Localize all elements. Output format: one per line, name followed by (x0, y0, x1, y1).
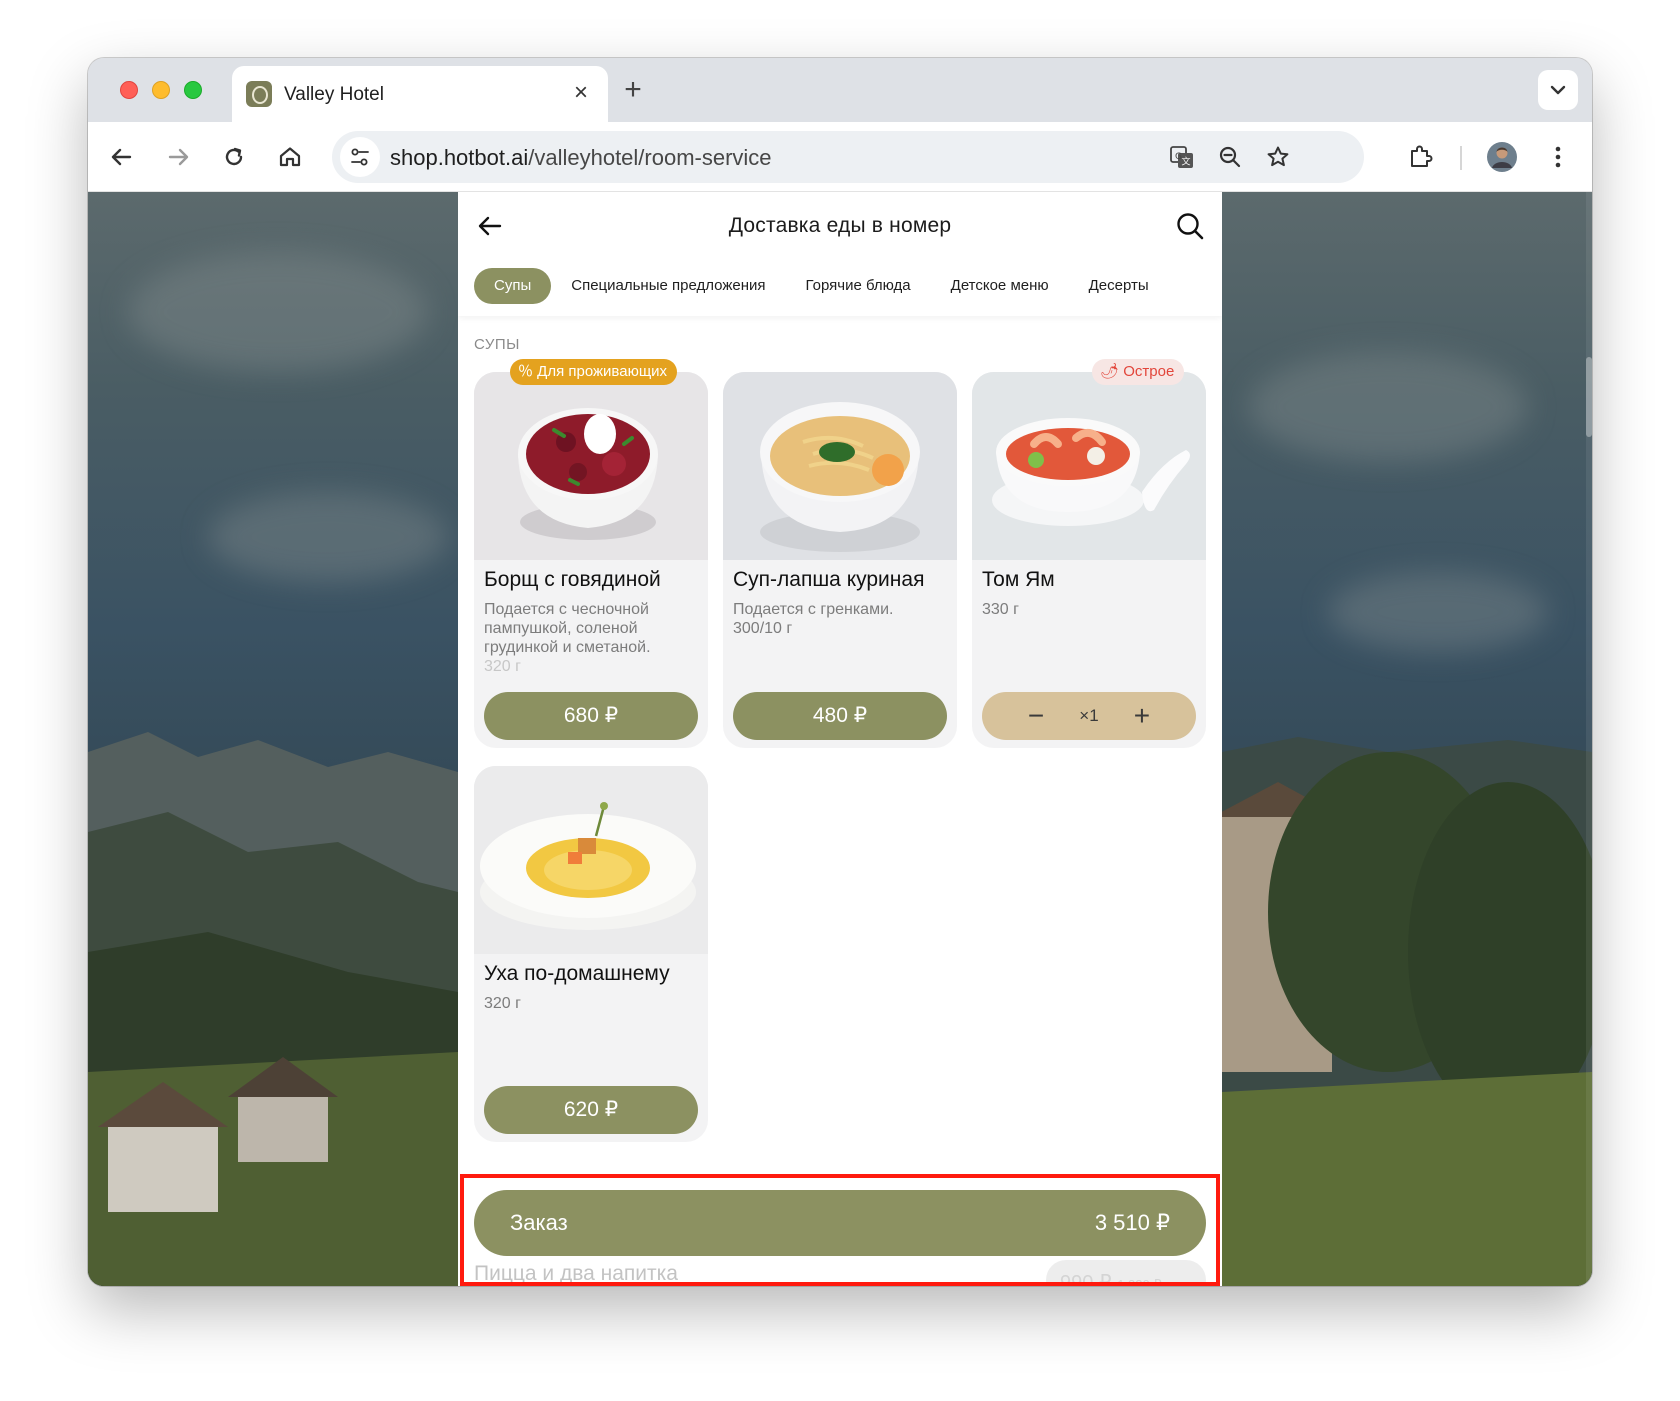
badge-label: Острое (1123, 363, 1175, 380)
item-weight: 300/10 г (733, 620, 793, 637)
tab-search-button[interactable] (1538, 70, 1578, 110)
scrollbar-thumb[interactable] (1586, 357, 1592, 437)
item-description: 330 г (982, 600, 1200, 619)
url-text[interactable]: shop.hotbot.ai/valleyhotel/room-service (390, 145, 772, 171)
tune-icon (351, 148, 369, 166)
highlight-box (460, 1174, 1220, 1286)
chili-icon: 🌶︎ (1100, 363, 1124, 380)
item-description: Подается с чесночной пампушкой, соленой … (484, 600, 702, 676)
back-button[interactable] (104, 139, 140, 175)
avatar (1487, 142, 1517, 172)
translate-button[interactable]: G文 (1164, 139, 1200, 175)
item-weight: 330 г (982, 601, 1019, 618)
tab-close-icon[interactable]: × (568, 80, 594, 106)
fish-soup-image (474, 766, 708, 954)
translate-icon: G文 (1170, 146, 1193, 168)
bookmark-button[interactable] (1260, 139, 1296, 175)
add-to-cart-button[interactable]: 680 ₽ (484, 692, 698, 740)
tom-yum-image (972, 372, 1206, 560)
app-header: Доставка еды в номер Супы Специальные пр… (458, 192, 1222, 316)
quantity-value: ×1 (1079, 706, 1099, 725)
quantity-stepper: − ×1 + (982, 692, 1196, 740)
browser-tab[interactable]: Valley Hotel × (232, 66, 608, 122)
badge-label: Для проживающих (537, 363, 668, 380)
section-heading: СУПЫ (474, 336, 520, 353)
tab-soups[interactable]: Супы (474, 268, 552, 304)
forward-button[interactable] (160, 139, 196, 175)
item-name: Борщ с говядиной (484, 568, 661, 591)
fish-soup-photo (474, 766, 708, 954)
chevron-down-icon (1550, 85, 1566, 95)
tab-desserts[interactable]: Десерты (1069, 268, 1169, 304)
page-viewport: Доставка еды в номер Супы Специальные пр… (88, 192, 1592, 1286)
extensions-button[interactable] (1402, 139, 1438, 175)
reload-icon (225, 147, 243, 166)
profile-button[interactable] (1484, 139, 1520, 175)
home-button[interactable] (272, 139, 308, 175)
page-title: Доставка еды в номер (728, 214, 952, 237)
url-host: shop.hotbot.ai (390, 145, 529, 170)
resident-discount-badge: ％ Для проживающих (510, 359, 678, 385)
menu-card[interactable]: Уха по-домашнему 320 г 620 ₽ (474, 766, 708, 1142)
arrow-right-icon (168, 148, 189, 166)
svg-text:文: 文 (1182, 156, 1191, 168)
category-tabs: Супы Специальные предложения Горячие блю… (474, 268, 1169, 304)
zoom-button[interactable] (1212, 139, 1248, 175)
item-description: 320 г (484, 994, 702, 1013)
browser-toolbar: shop.hotbot.ai/valleyhotel/room-service … (88, 122, 1592, 192)
increase-quantity-button[interactable]: + (1128, 692, 1156, 740)
tab-kids-menu[interactable]: Детское меню (931, 268, 1069, 304)
zoom-out-icon (1219, 146, 1241, 168)
menu-card[interactable]: Том Ям 330 г − ×1 + (972, 372, 1206, 748)
noodle-soup-image (723, 372, 957, 560)
decrease-quantity-button[interactable]: − (1022, 692, 1050, 740)
browser-window: Valley Hotel × + shop.hotbot.ai/valleyho… (88, 58, 1592, 1286)
reload-button[interactable] (216, 139, 252, 175)
search-icon (1177, 213, 1204, 240)
browser-menu-button[interactable] (1540, 139, 1576, 175)
arrow-left-icon (111, 148, 132, 166)
search-button[interactable] (1170, 206, 1210, 246)
add-to-cart-button[interactable]: 620 ₽ (484, 1086, 698, 1134)
address-bar[interactable]: shop.hotbot.ai/valleyhotel/room-service … (332, 131, 1364, 183)
site-info-button[interactable] (340, 137, 380, 177)
percent-icon: ％ (518, 363, 538, 380)
item-description: Подается с гренками. 300/10 г (733, 600, 951, 638)
puzzle-icon (1411, 145, 1433, 167)
new-tab-button[interactable]: + (618, 75, 648, 106)
url-path: /valleyhotel/room-service (528, 145, 772, 170)
toolbar-divider (1460, 146, 1462, 170)
item-name: Уха по-домашнему (484, 962, 670, 985)
spicy-badge: 🌶︎ Острое (1092, 359, 1185, 385)
tab-title: Valley Hotel (284, 84, 384, 105)
tab-special-offers[interactable]: Специальные предложения (551, 268, 785, 304)
home-icon (279, 147, 301, 167)
borscht-photo (474, 372, 708, 560)
item-weight: 320 г (484, 658, 521, 675)
order-footer: Заказ 3 510 ₽ Пицца и два напитка 990 ₽ … (458, 1172, 1222, 1286)
tom-yum-photo (972, 372, 1206, 560)
item-weight: 320 г (484, 995, 521, 1012)
item-name: Том Ям (982, 568, 1055, 591)
close-window-button[interactable] (120, 81, 138, 99)
page-scrollbar[interactable] (1586, 192, 1592, 1286)
menu-card[interactable]: Борщ с говядиной Подается с чесночной па… (474, 372, 708, 748)
menu-card[interactable]: Суп-лапша куриная Подается с гренками. 30… (723, 372, 957, 748)
more-vertical-icon (1555, 146, 1561, 168)
room-service-app: Доставка еды в номер Супы Специальные пр… (458, 192, 1222, 1286)
star-icon (1267, 146, 1289, 167)
item-desc-text: Подается с чесночной пампушкой, соленой … (484, 601, 651, 656)
minimize-window-button[interactable] (152, 81, 170, 99)
hotel-favicon-icon (246, 81, 272, 107)
tab-strip: Valley Hotel × + (88, 58, 1592, 122)
tab-hot-dishes[interactable]: Горячие блюда (786, 268, 931, 304)
add-to-cart-button[interactable]: 480 ₽ (733, 692, 947, 740)
borscht-image (474, 372, 708, 560)
item-name: Суп-лапша куриная (733, 568, 925, 591)
item-desc-text: Подается с гренками. (733, 601, 894, 618)
maximize-window-button[interactable] (184, 81, 202, 99)
noodle-soup-photo (723, 372, 957, 560)
